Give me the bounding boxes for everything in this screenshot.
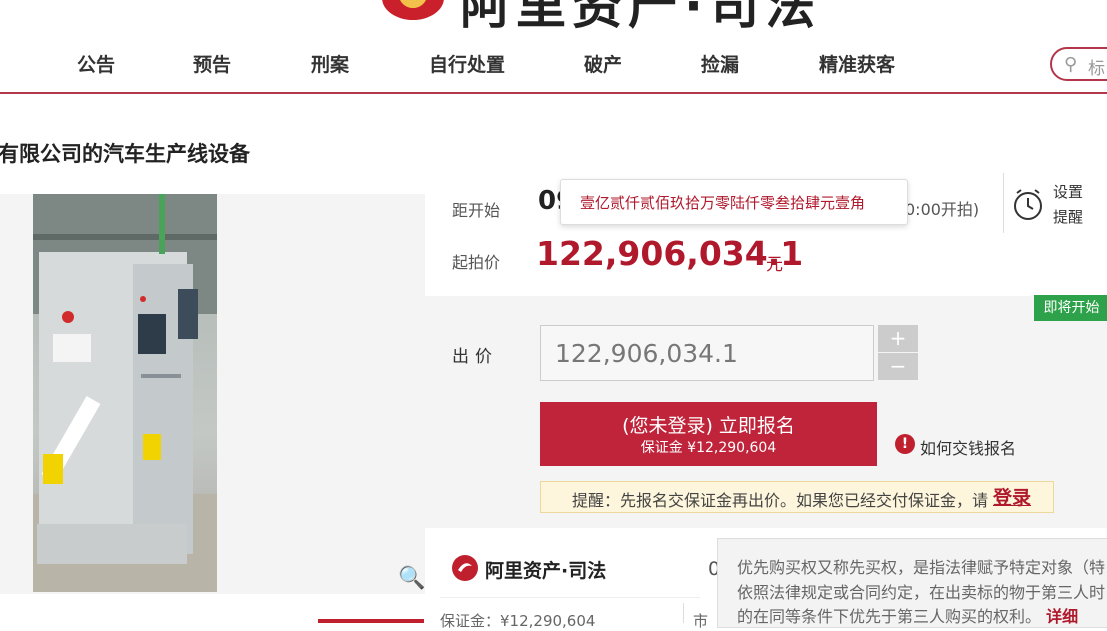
start-price: 122,906,034.1 xyxy=(536,234,804,273)
signup-deposit-label[interactable]: 保证金 ¥12,290,604 xyxy=(540,437,877,457)
nav-item-bankruptcy[interactable]: 破产 xyxy=(584,50,622,77)
market-label: 市 xyxy=(693,612,709,630)
search-icon[interactable]: ⚲ xyxy=(1064,54,1077,75)
equipment-photo-drawing xyxy=(33,194,217,592)
popover-line-last: 的在同等条件下优先于第三人购买的权利。 详细 xyxy=(737,603,1078,627)
nav-item-bargain[interactable]: 捡漏 xyxy=(701,50,739,77)
divider xyxy=(440,597,700,598)
alarm-clock-icon[interactable] xyxy=(1011,187,1045,221)
price-unit: 元 xyxy=(766,255,783,275)
bid-label: 出价 xyxy=(452,347,498,367)
brand-name: 阿里资产·司法 xyxy=(485,560,607,582)
start-price-label: 起拍价 xyxy=(452,253,501,272)
details-link[interactable]: 详细 xyxy=(1046,607,1078,626)
nav-item-preview[interactable]: 预告 xyxy=(193,50,231,77)
divider xyxy=(1003,173,1004,233)
nav-item-self-disposal[interactable]: 自行处置 xyxy=(429,50,505,77)
popover-line: 依照法律规定或合同约定，在出卖标的物于第三人时 xyxy=(737,583,1106,602)
brand-logo-icon xyxy=(452,555,478,581)
notice-text: 提醒：先报名交保证金再出价。如果您已经交付保证金，请 xyxy=(572,491,989,510)
popover-line-text: 的在同等条件下优先于第三人购买的权利。 xyxy=(737,607,1042,626)
zoom-icon[interactable]: 🔍 xyxy=(398,566,425,591)
search-placeholder: 标 xyxy=(1088,59,1105,79)
status-badge: 即将开始 xyxy=(1034,295,1107,321)
login-link[interactable]: 登录 xyxy=(993,483,1031,510)
how-to-pay-link[interactable]: 如何交钱报名 xyxy=(920,435,1016,459)
item-photo[interactable] xyxy=(33,194,217,592)
nav-item-announcement[interactable]: 公告 xyxy=(77,50,115,77)
page-title: 有限公司的汽车生产线设备 xyxy=(0,142,250,166)
nav-item-criminal[interactable]: 刑案 xyxy=(311,50,349,77)
info-icon: ! xyxy=(895,434,915,454)
main-nav xyxy=(0,40,1107,94)
popover-line: 优先购买权又称先买权，是指法律赋予特定对象（特 xyxy=(737,558,1106,577)
deposit-info: 保证金：¥12,290,604 xyxy=(440,612,596,630)
set-reminder-link-line2[interactable]: 提醒 xyxy=(1053,206,1083,227)
increase-bid-button[interactable]: + xyxy=(878,325,918,352)
tooltip-text: 壹亿贰仟贰佰玖拾万零陆仟零叁拾肆元壹角 xyxy=(580,194,866,212)
set-reminder-link[interactable]: 设置 xyxy=(1053,181,1083,202)
tab-indicator xyxy=(318,619,424,623)
signup-button-label[interactable]: (您未登录) 立即报名 xyxy=(540,411,877,438)
court-emblem-logo xyxy=(382,0,444,20)
start-time: 0:00开拍) xyxy=(905,200,980,219)
countdown-label: 距开始 xyxy=(452,201,501,220)
divider xyxy=(683,603,684,623)
nav-item-precise-leads[interactable]: 精准获客 xyxy=(819,50,895,77)
site-logo-text[interactable]: 阿里资产·司法 xyxy=(460,0,821,38)
decrease-bid-button[interactable]: − xyxy=(878,353,918,380)
bid-amount-input[interactable] xyxy=(540,325,874,381)
